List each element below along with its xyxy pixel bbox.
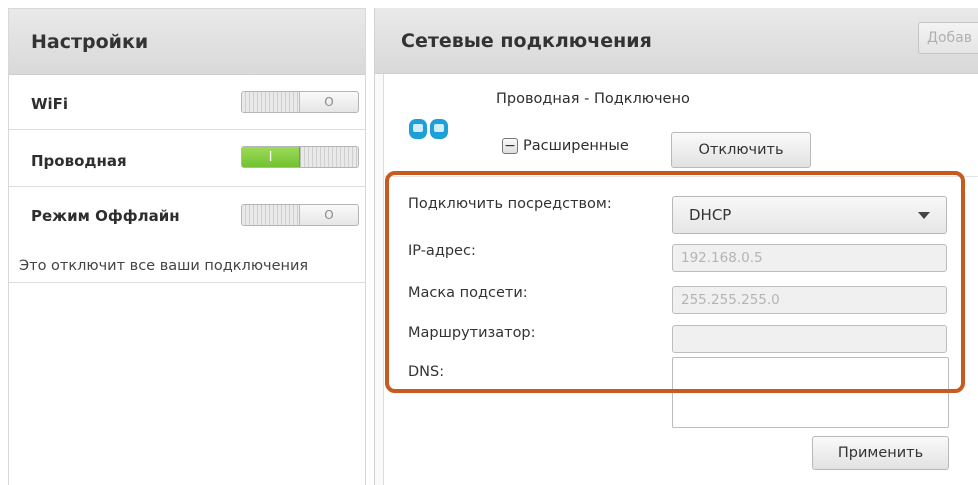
offline-description: Это отключит все ваши подключения: [19, 258, 309, 274]
wired-label: Проводная: [31, 152, 127, 170]
dropdown-arrow-icon: [918, 212, 930, 219]
network-settings-screen: Настройки WiFi O Проводная I Режим Оффла…: [0, 0, 978, 485]
toggle-grip: [242, 205, 301, 225]
toggle-off-indicator: O: [324, 208, 334, 222]
offline-toggle[interactable]: O: [241, 204, 359, 226]
apply-button[interactable]: Применить: [812, 436, 949, 470]
offline-label: Режим Оффлайн: [31, 207, 180, 225]
network-connections-panel: Сетевые подключения Добав Проводная - По…: [374, 8, 978, 485]
connections-header: Сетевые подключения Добав: [375, 8, 978, 74]
ip-address-field[interactable]: 192.168.0.5: [672, 244, 947, 272]
router-label: Маршрутизатор:: [408, 325, 536, 341]
settings-header: Настройки: [9, 9, 365, 75]
settings-panel: Настройки WiFi O Проводная I Режим Оффла…: [8, 8, 366, 485]
add-connection-button[interactable]: Добав: [918, 22, 978, 54]
router-field[interactable]: [672, 325, 947, 353]
settings-title: Настройки: [31, 30, 149, 53]
dns-label: DNS:: [408, 364, 445, 380]
toggle-off-indicator: O: [324, 95, 334, 109]
wired-toggle[interactable]: I: [241, 146, 359, 168]
wifi-setting-row: WiFi O: [9, 75, 365, 130]
offline-setting-row: Режим Оффлайн O: [9, 187, 365, 242]
connect-via-value: DHCP: [689, 206, 732, 224]
toggle-grip: [242, 92, 301, 112]
connection-card: Проводная - Подключено − Расширенные Отк…: [383, 74, 978, 485]
wifi-toggle[interactable]: O: [241, 91, 359, 113]
subnet-mask-label: Маска подсети:: [408, 285, 528, 301]
disconnect-button[interactable]: Отключить: [671, 132, 811, 168]
wired-setting-row: Проводная I: [9, 130, 365, 187]
collapse-icon: −: [502, 138, 518, 154]
divider: [384, 176, 978, 177]
connect-via-select[interactable]: DHCP: [672, 196, 947, 234]
advanced-label: Расширенные: [523, 138, 629, 154]
divider: [9, 282, 365, 283]
toggle-on-indicator: I: [242, 147, 300, 167]
ip-address-label: IP-адрес:: [408, 243, 476, 259]
subnet-mask-field[interactable]: 255.255.255.0: [672, 286, 947, 314]
connect-via-label: Подключить посредством:: [408, 196, 612, 212]
toggle-grip: [300, 147, 358, 167]
network-connection-icon: [408, 116, 450, 146]
dns-field[interactable]: [672, 357, 949, 428]
connections-title: Сетевые подключения: [401, 29, 652, 52]
advanced-toggle[interactable]: − Расширенные: [502, 138, 629, 154]
wifi-label: WiFi: [31, 95, 69, 113]
connection-status: Проводная - Подключено: [496, 91, 690, 107]
